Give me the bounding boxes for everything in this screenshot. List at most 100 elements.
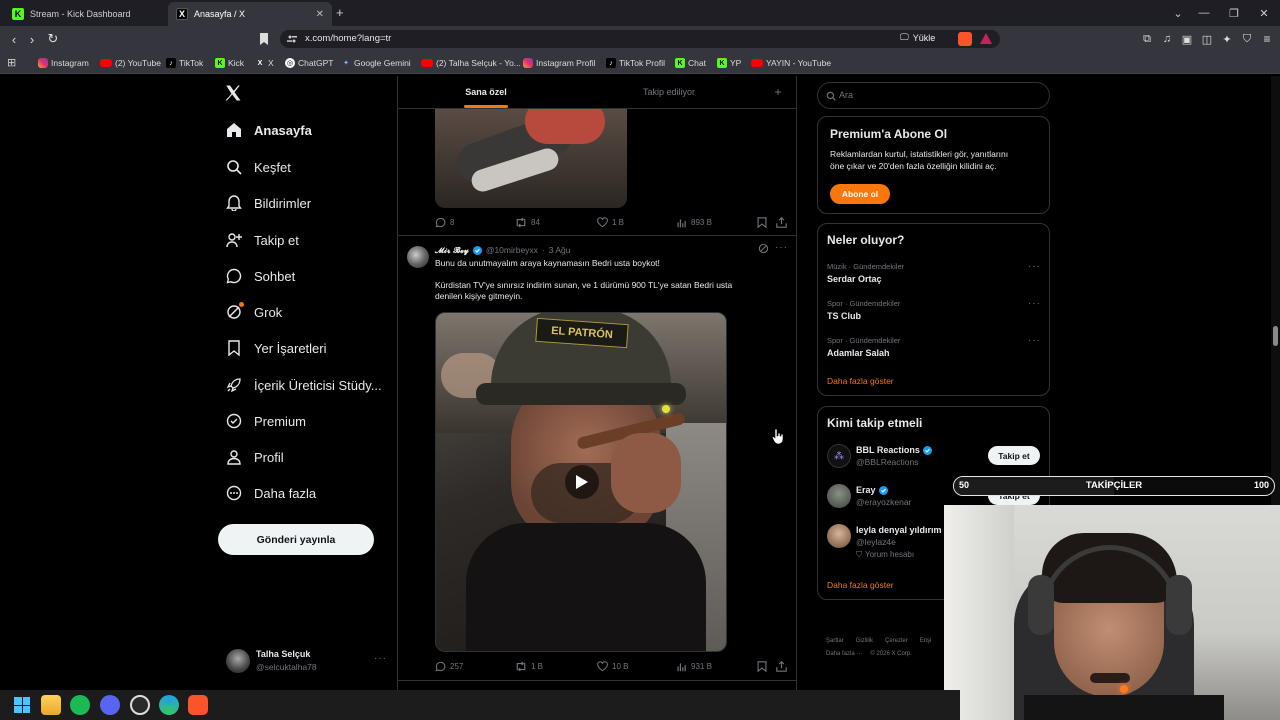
like-button[interactable]: 1 B xyxy=(597,216,624,228)
nav-premium[interactable]: Premium xyxy=(226,408,306,434)
post-time[interactable]: 3 Ağu xyxy=(549,245,571,255)
file-explorer-icon[interactable] xyxy=(41,695,61,715)
author-avatar[interactable] xyxy=(407,246,429,268)
reply-button[interactable]: 257 xyxy=(435,661,463,672)
address-bar[interactable]: x.com/home?lang=tr 🖵 Yükle xyxy=(280,30,1000,48)
nav-profil[interactable]: Profil xyxy=(226,444,284,470)
site-info-icon[interactable] xyxy=(287,34,297,44)
maximize-icon[interactable]: ❐ xyxy=(1222,0,1246,26)
subscribe-button[interactable]: Abone ol xyxy=(830,184,890,204)
account-switcher[interactable]: Talha Selçuk @selcuktalha78 ··· xyxy=(224,647,394,675)
repost-button[interactable]: 84 xyxy=(515,217,540,228)
author-handle[interactable]: @10mirbeyxx xyxy=(486,245,538,255)
bookmark-chatgpt[interactable]: ◎ ChatGPT xyxy=(285,55,333,71)
trend-more-icon[interactable]: ··· xyxy=(1028,298,1041,309)
bookmark-tiktok-profil[interactable]: ♪ TikTok Profil xyxy=(606,55,665,71)
reply-button[interactable]: 8 xyxy=(435,217,454,228)
scrollbar-thumb[interactable] xyxy=(1273,326,1278,346)
obs-icon[interactable] xyxy=(130,695,150,715)
play-icon[interactable] xyxy=(565,465,599,499)
nav-bildirimler[interactable]: Bildirimler xyxy=(226,190,311,216)
repost-button[interactable]: 1 B xyxy=(515,661,543,672)
post-video[interactable]: EL PATRÓN xyxy=(435,312,727,652)
nav-anasayfa[interactable]: Anasayfa xyxy=(226,117,312,143)
edge-icon[interactable] xyxy=(159,695,179,715)
extensions-icon[interactable]: ⧉ xyxy=(1137,26,1157,52)
footer-link[interactable]: Çerezler xyxy=(885,638,908,644)
sidebar-toggle-icon[interactable]: ▣ xyxy=(1177,26,1197,52)
bookmark-yayin-youtube[interactable]: YAYIN - YouTube xyxy=(751,55,831,71)
menu-icon[interactable]: ≡ xyxy=(1257,26,1277,52)
bookmark-tiktok[interactable]: ♪ TikTok xyxy=(166,55,203,71)
trend-item[interactable]: Spor · Gündemdekiler Adamlar Salah ··· xyxy=(818,332,1049,366)
discord-icon[interactable] xyxy=(100,695,120,715)
share-button[interactable] xyxy=(776,660,787,672)
trends-show-more-link[interactable]: Daha fazla göster xyxy=(827,376,894,386)
nav-sohbet[interactable]: Sohbet xyxy=(226,263,295,289)
bookmark-instagram[interactable]: Instagram xyxy=(38,55,89,71)
footer-more-link[interactable]: Daha fazla ··· xyxy=(826,651,862,657)
leo-ai-icon[interactable]: ✦ xyxy=(1217,26,1237,52)
brave-icon[interactable] xyxy=(188,695,208,715)
spotify-icon[interactable] xyxy=(70,695,90,715)
bookmark-button[interactable] xyxy=(757,216,767,228)
tab-x-home[interactable]: X Anasayfa / X ✕ xyxy=(168,2,332,26)
reload-icon[interactable]: ↻ xyxy=(43,26,63,52)
bookmark-yp[interactable]: K YP xyxy=(717,55,741,71)
close-window-icon[interactable]: ✕ xyxy=(1252,0,1276,26)
tab-sana-ozel[interactable]: Sana özel xyxy=(398,76,574,108)
bookmark-youtube[interactable]: (2) YouTube xyxy=(100,55,161,71)
search-field[interactable]: Ara xyxy=(817,82,1050,109)
bookmark-talha-youtube[interactable]: (2) Talha Selçuk - Yo... xyxy=(421,55,521,71)
tab-takip-ediliyor[interactable]: Takip ediliyor xyxy=(574,76,764,108)
install-app-button[interactable]: 🖵 Yükle xyxy=(900,32,935,43)
follow-button[interactable]: Takip et xyxy=(988,446,1040,465)
nav-grok[interactable]: Grok xyxy=(226,299,282,325)
nav-yer-isaretleri[interactable]: Yer İşaretleri xyxy=(226,335,327,361)
trend-item[interactable]: Spor · Gündemdekiler TS Club ··· xyxy=(818,295,1049,329)
nav-takip-et[interactable]: Takip et xyxy=(226,227,299,253)
post-media-image[interactable] xyxy=(435,109,627,208)
bookmark-chat[interactable]: K Chat xyxy=(675,55,706,71)
vpn-icon[interactable]: ⛉ xyxy=(1237,26,1257,52)
grok-explain-icon[interactable] xyxy=(758,243,770,255)
nav-icerik-ureticisi[interactable]: İçerik Üreticisi Stüdy... xyxy=(226,372,382,398)
brave-rewards-icon[interactable] xyxy=(980,33,992,44)
author-name[interactable]: 𝓜𝓲𝓻 𝓑𝓮𝔂 xyxy=(435,245,469,256)
trend-more-icon[interactable]: ··· xyxy=(1028,261,1041,272)
footer-link[interactable]: Gizlilik xyxy=(856,638,873,644)
apps-icon[interactable]: ⊞ xyxy=(7,56,16,69)
forward-icon[interactable]: › xyxy=(22,26,42,52)
footer-link[interactable]: Erişi xyxy=(920,638,932,644)
close-tab-icon[interactable]: ✕ xyxy=(316,9,324,20)
post-more-icon[interactable]: ··· xyxy=(775,242,788,253)
tab-list-icon[interactable]: ⌄ xyxy=(1166,0,1190,26)
bookmark-kick[interactable]: K Kick xyxy=(215,55,244,71)
wallet-icon[interactable]: ◫ xyxy=(1197,26,1217,52)
new-tab-icon[interactable]: + xyxy=(336,5,344,20)
brave-shields-icon[interactable] xyxy=(958,32,972,46)
trend-item[interactable]: Müzik · Gündemdekiler Serdar Ortaç ··· xyxy=(818,258,1049,292)
nav-daha-fazla[interactable]: Daha fazla xyxy=(226,480,316,506)
account-more-icon[interactable]: ··· xyxy=(374,653,387,664)
views-button[interactable]: 931 B xyxy=(677,661,712,672)
post-button[interactable]: Gönderi yayınla xyxy=(218,524,374,555)
bookmark-gemini[interactable]: ✦ Google Gemini xyxy=(341,55,411,71)
views-button[interactable]: 893 B xyxy=(677,217,712,228)
trend-more-icon[interactable]: ··· xyxy=(1028,335,1041,346)
follow-show-more-link[interactable]: Daha fazla göster xyxy=(827,580,894,590)
bookmark-instagram-profil[interactable]: Instagram Profil xyxy=(523,55,596,71)
add-feed-icon[interactable]: + xyxy=(770,76,786,108)
bookmark-x[interactable]: XX xyxy=(255,55,274,71)
minimize-icon[interactable]: — xyxy=(1192,0,1216,26)
tab-kick-dashboard[interactable]: K Stream - Kick Dashboard xyxy=(4,2,168,26)
nav-kesfet[interactable]: Keşfet xyxy=(226,154,291,180)
bookmark-page-icon[interactable] xyxy=(254,26,274,52)
back-icon[interactable]: ‹ xyxy=(4,26,24,52)
x-logo-icon[interactable] xyxy=(224,84,242,102)
media-icon[interactable]: ♫ xyxy=(1157,26,1177,52)
bookmark-button[interactable] xyxy=(757,660,767,672)
footer-link[interactable]: Şartlar xyxy=(826,638,844,644)
start-icon[interactable] xyxy=(12,695,32,715)
suggested-user[interactable]: ⁂ BBL Reactions @BBLReactions Takip et xyxy=(818,441,1049,471)
